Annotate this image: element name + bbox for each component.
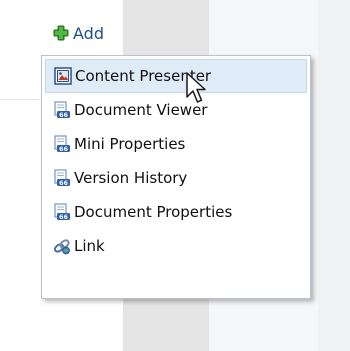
document-properties-icon: 66 <box>53 203 71 221</box>
left-divider <box>0 99 39 100</box>
menu-item-link[interactable]: Link <box>45 229 307 263</box>
menu-item-content-presenter[interactable]: Content Presenter <box>45 59 307 93</box>
svg-text:66: 66 <box>59 213 69 221</box>
menu-item-document-viewer[interactable]: 66 Document Viewer <box>45 93 307 127</box>
menu-item-label: Document Properties <box>74 203 233 221</box>
add-label: Add <box>73 23 104 43</box>
svg-text:66: 66 <box>59 111 69 119</box>
right-edge-shade <box>318 0 350 351</box>
link-icon <box>53 237 71 255</box>
content-presenter-icon <box>54 67 72 85</box>
add-menu: Content Presenter 66 Document Viewer 66 … <box>41 55 311 299</box>
menu-item-label: Content Presenter <box>75 67 212 85</box>
mini-properties-icon: 66 <box>53 135 71 153</box>
document-viewer-icon: 66 <box>53 101 71 119</box>
svg-text:66: 66 <box>59 145 69 153</box>
add-button[interactable]: Add <box>53 22 104 44</box>
menu-item-version-history[interactable]: 66 Version History <box>45 161 307 195</box>
plus-icon <box>53 25 69 41</box>
menu-item-label: Version History <box>74 169 188 187</box>
menu-item-label: Link <box>74 237 105 255</box>
version-history-icon: 66 <box>53 169 71 187</box>
menu-item-label: Document Viewer <box>74 101 208 119</box>
menu-item-label: Mini Properties <box>74 135 186 153</box>
menu-item-mini-properties[interactable]: 66 Mini Properties <box>45 127 307 161</box>
menu-item-document-properties[interactable]: 66 Document Properties <box>45 195 307 229</box>
svg-text:66: 66 <box>59 179 69 187</box>
